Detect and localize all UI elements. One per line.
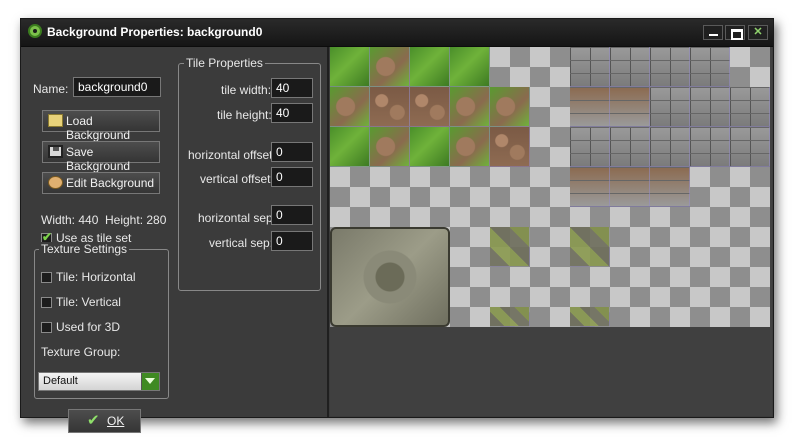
tile <box>570 47 610 87</box>
horizontal-offset-label: horizontal offset: <box>188 148 276 162</box>
tile <box>450 87 490 127</box>
tile-width-label: tile width: <box>221 83 272 97</box>
palette-icon <box>48 176 63 189</box>
tile <box>610 87 650 127</box>
edit-background-button[interactable]: Edit Background <box>42 172 160 194</box>
horizontal-sep-label: horizontal sep: <box>198 211 277 225</box>
used-for-3d-label: Used for 3D <box>56 320 121 334</box>
tile <box>570 167 610 207</box>
vertical-sep-label: vertical sep: <box>209 236 274 250</box>
texture-group-value: Default <box>43 375 78 387</box>
tile <box>650 87 690 127</box>
tile <box>410 87 450 127</box>
tile <box>690 87 730 127</box>
floppy-disk-icon <box>48 145 63 158</box>
texture-settings-title: Texture Settings <box>39 242 130 256</box>
tile <box>330 47 370 87</box>
tile-height-label: tile height: <box>217 108 272 122</box>
tile-vertical-checkbox[interactable] <box>41 297 52 308</box>
horizontal-offset-input[interactable] <box>271 142 313 162</box>
background-properties-window: Background Properties: background0 ✕ Nam… <box>20 18 774 433</box>
save-background-button[interactable]: Save Background <box>42 141 160 173</box>
name-input[interactable] <box>73 77 161 97</box>
tile-height-input[interactable] <box>271 103 313 123</box>
window-title: Background Properties: background0 <box>47 25 263 39</box>
tile <box>490 87 530 127</box>
tile <box>570 307 610 327</box>
tile <box>690 127 730 167</box>
tile <box>610 127 650 167</box>
ok-label: OK <box>107 414 125 428</box>
tileset-image <box>330 47 770 327</box>
horizontal-sep-input[interactable] <box>271 205 313 225</box>
texture-group-label: Texture Group: <box>41 345 121 359</box>
tile <box>650 47 690 87</box>
tile-vertical-label: Tile: Vertical <box>56 295 121 309</box>
tile <box>650 167 690 207</box>
width-text: Width: 440 <box>41 213 99 227</box>
tile <box>370 127 410 167</box>
app-icon <box>28 24 42 38</box>
left-panel: Name: Load Background Save Background Ed… <box>21 47 327 433</box>
tile <box>610 167 650 207</box>
tile <box>370 87 410 127</box>
tile <box>450 127 490 167</box>
tile <box>370 47 410 87</box>
tile <box>650 127 690 167</box>
height-text: Height: 280 <box>105 213 167 227</box>
tile <box>490 307 530 327</box>
tile <box>690 47 730 87</box>
tile-horizontal-label: Tile: Horizontal <box>56 270 136 284</box>
load-background-label: Load Background <box>66 114 131 142</box>
vertical-sep-input[interactable] <box>271 231 313 251</box>
edit-background-label: Edit Background <box>66 176 155 190</box>
tileset-preview[interactable] <box>330 47 772 416</box>
tile <box>490 227 530 267</box>
panel-divider[interactable] <box>327 47 329 417</box>
minimize-button[interactable] <box>703 25 723 40</box>
tile <box>730 87 770 127</box>
load-background-button[interactable]: Load Background <box>42 110 160 142</box>
tile <box>450 47 490 87</box>
tile <box>490 127 530 167</box>
checkmark-icon: ✔ <box>87 412 100 429</box>
title-bar[interactable]: Background Properties: background0 ✕ <box>21 19 773 47</box>
texture-group-select[interactable]: Default <box>38 372 160 391</box>
close-button[interactable]: ✕ <box>748 25 768 40</box>
maximize-button[interactable] <box>725 25 745 40</box>
vertical-offset-input[interactable] <box>271 167 313 187</box>
save-background-label: Save Background <box>66 145 131 173</box>
ok-button[interactable]: ✔ OK <box>68 409 141 433</box>
tile <box>570 87 610 127</box>
tile-width-input[interactable] <box>271 78 313 98</box>
tile <box>730 127 770 167</box>
tile-properties-title: Tile Properties <box>184 56 265 70</box>
vertical-offset-label: vertical offset: <box>200 172 274 186</box>
chevron-down-icon[interactable] <box>141 373 159 390</box>
tile-horizontal-checkbox[interactable] <box>41 272 52 283</box>
folder-open-icon <box>48 114 63 127</box>
used-for-3d-checkbox[interactable] <box>41 322 52 333</box>
tile <box>410 47 450 87</box>
tile <box>570 127 610 167</box>
tile <box>610 47 650 87</box>
tile <box>330 87 370 127</box>
tile <box>570 227 610 267</box>
ornate-floor-tiles <box>330 227 450 327</box>
tile <box>330 127 370 167</box>
tile <box>410 127 450 167</box>
name-label: Name: <box>33 82 69 96</box>
